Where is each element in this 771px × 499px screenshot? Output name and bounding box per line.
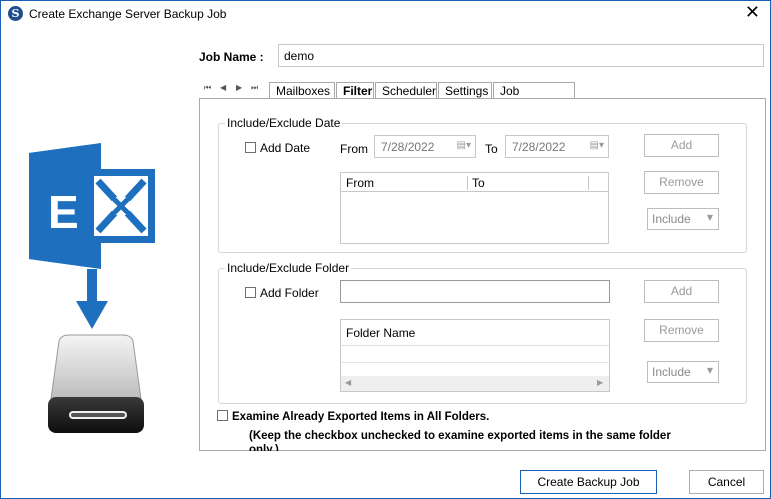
filter-panel: Include/Exclude Date Add Date From 7/28/… <box>199 99 766 451</box>
folder-mode-select[interactable]: Include ▼ <box>647 361 719 383</box>
first-tab-icon[interactable]: ⏮ <box>204 83 211 93</box>
remove-date-button[interactable]: Remove <box>644 171 719 194</box>
grid-column-spacer <box>588 176 589 190</box>
examine-label: Examine Already Exported Items in All Fo… <box>232 411 490 423</box>
add-folder-checkbox[interactable] <box>245 287 256 298</box>
exchange-backup-illustration: E <box>29 143 155 433</box>
create-backup-job-button[interactable]: Create Backup Job <box>520 470 657 494</box>
arrow-down-icon <box>76 269 108 329</box>
examine-note: (Keep the checkbox unchecked to examine … <box>249 430 671 451</box>
add-date-checkbox-row[interactable]: Add Date <box>245 141 310 155</box>
grid-column-to: To <box>467 176 485 190</box>
from-date-value: 7/28/2022 <box>381 140 435 154</box>
hard-drive-icon <box>48 334 144 433</box>
date-mode-select[interactable]: Include ▼ <box>647 208 719 230</box>
folder-grid[interactable]: Folder Name ◀ ▶ <box>340 319 610 392</box>
title-bar: S Create Exchange Server Backup Job ✕ <box>1 1 770 27</box>
tab-settings[interactable]: Settings <box>438 82 492 99</box>
scroll-right-icon[interactable]: ▶ <box>597 378 603 387</box>
folder-path-input[interactable] <box>340 280 610 303</box>
tab-mailboxes[interactable]: Mailboxes <box>269 82 335 99</box>
to-date-picker[interactable]: 7/28/2022 ▤▾ <box>505 135 609 158</box>
job-name-input[interactable] <box>278 44 764 67</box>
date-grid-header: From To <box>341 173 608 192</box>
add-date-checkbox[interactable] <box>245 142 256 153</box>
illustration: E <box>1 131 181 441</box>
date-filter-group: Include/Exclude Date Add Date From 7/28/… <box>218 116 747 253</box>
to-date-value: 7/28/2022 <box>512 140 566 154</box>
add-folder-button[interactable]: Add <box>644 280 719 303</box>
calendar-dropdown-icon[interactable]: ▤▾ <box>457 140 471 151</box>
tab-job-directory[interactable]: Job Directory <box>493 82 575 112</box>
last-tab-icon[interactable]: ⏭ <box>251 83 258 93</box>
grid-column-folder-name: Folder Name <box>346 326 416 340</box>
dialog-window: S Create Exchange Server Backup Job ✕ E <box>0 0 771 499</box>
window-title: Create Exchange Server Backup Job <box>29 7 227 21</box>
folder-grid-header: Folder Name <box>341 320 609 346</box>
exchange-letter: E <box>48 186 79 238</box>
from-label: From <box>340 142 368 156</box>
date-range-grid[interactable]: From To <box>340 172 609 244</box>
cancel-button[interactable]: Cancel <box>689 470 764 494</box>
add-folder-checkbox-row[interactable]: Add Folder <box>245 286 319 300</box>
scroll-left-icon[interactable]: ◀ <box>345 378 351 387</box>
tab-scheduler[interactable]: Scheduler <box>375 82 437 99</box>
date-mode-value: Include <box>652 212 691 226</box>
folder-mode-value: Include <box>652 365 691 379</box>
to-label: To <box>485 142 498 156</box>
prev-tab-icon[interactable]: ◀ <box>220 83 226 92</box>
remove-folder-button[interactable]: Remove <box>644 319 719 342</box>
examine-checkbox-row[interactable]: Examine Already Exported Items in All Fo… <box>217 410 489 423</box>
exchange-logo-icon: E <box>29 143 155 269</box>
from-date-picker[interactable]: 7/28/2022 ▤▾ <box>374 135 476 158</box>
calendar-dropdown-icon[interactable]: ▤▾ <box>590 140 604 151</box>
next-tab-icon[interactable]: ▶ <box>236 83 242 92</box>
add-date-label: Add Date <box>260 141 311 155</box>
chevron-down-icon: ▼ <box>706 213 713 222</box>
folder-group-title: Include/Exclude Folder <box>225 261 352 275</box>
examine-checkbox[interactable] <box>217 410 228 421</box>
add-date-button[interactable]: Add <box>644 134 719 157</box>
close-icon[interactable]: ✕ <box>745 3 760 23</box>
grid-row-divider <box>341 362 609 363</box>
add-folder-label: Add Folder <box>260 286 319 300</box>
job-name-label: Job Name : <box>199 50 264 64</box>
grid-column-from: From <box>346 176 374 190</box>
app-logo-icon: S <box>8 6 23 21</box>
folder-filter-group: Include/Exclude Folder Add Folder Folder… <box>218 261 747 404</box>
tab-strip: ⏮ ◀ ▶ ⏭ Mailboxes Filter Scheduler Setti… <box>199 81 766 112</box>
chevron-down-icon: ▼ <box>706 366 713 375</box>
horizontal-scrollbar[interactable]: ◀ ▶ <box>341 376 609 391</box>
date-group-title: Include/Exclude Date <box>225 116 343 130</box>
